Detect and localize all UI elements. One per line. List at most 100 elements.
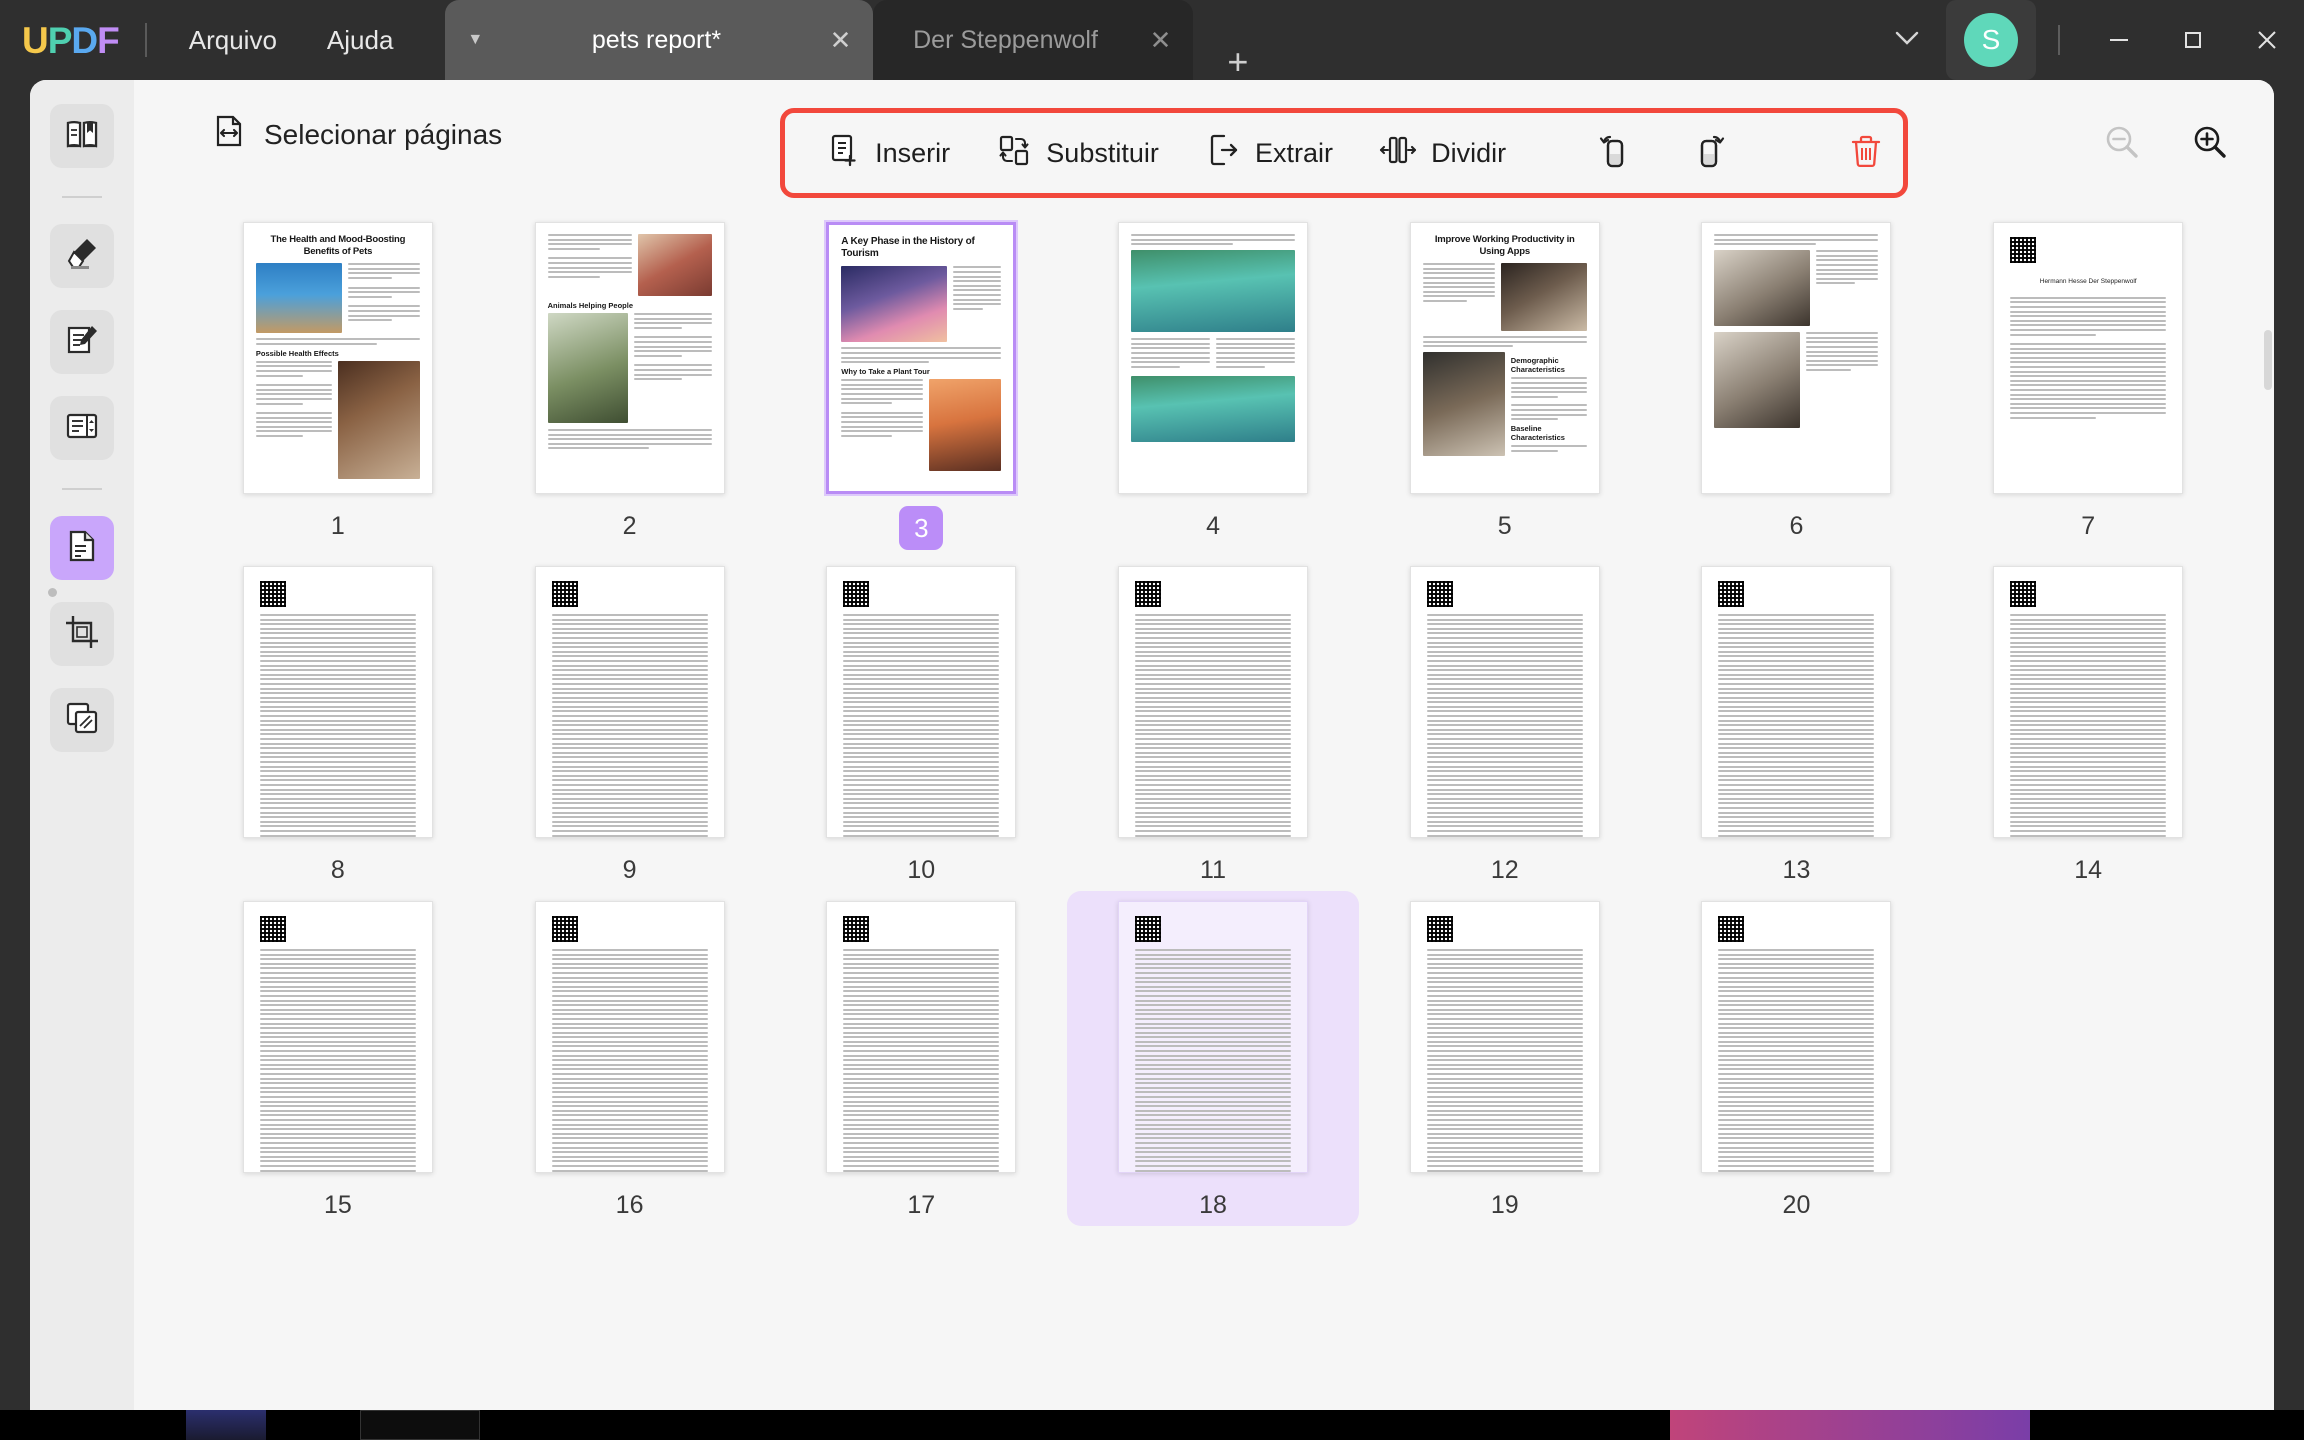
menu-arquivo[interactable]: Arquivo [173,19,293,62]
thumb-subhead: Animals Helping People [548,301,712,310]
page-thumbnail-cell[interactable]: 17 [775,891,1067,1226]
page-thumbnail-cell[interactable]: 14 [1942,556,2234,891]
page-thumbnail[interactable]: Hermann Hesse Der Steppenwolf [1993,222,2183,494]
taskbar-window-preview[interactable] [360,1410,480,1440]
vertical-scrollbar[interactable] [2264,330,2272,390]
page-thumbnail[interactable] [1118,901,1308,1173]
sidebar-item-form[interactable] [50,396,114,460]
split-label: Dividir [1431,138,1506,169]
insert-page-icon [825,132,861,175]
page-thumbnail[interactable] [1118,566,1308,838]
sidebar-item-crop[interactable] [50,602,114,666]
delete-pages-button[interactable] [1829,114,1903,192]
page-thumbnail-cell[interactable]: 13 [1651,556,1943,891]
thumb-title: Improve Working Productivity in Using Ap… [1423,234,1587,257]
taskbar-window-preview[interactable] [1670,1410,2030,1440]
updf-logo: U P D F [22,22,119,59]
page-thumbnail[interactable] [1993,566,2183,838]
extract-button[interactable]: Extrair [1199,113,1339,193]
minimize-button[interactable] [2082,0,2156,80]
page-thumbnail-cell[interactable]: 15 [192,891,484,1226]
page-thumbnail-cell[interactable]: A Key Phase in the History of Tourism [775,208,1067,556]
page-thumbnail-cell[interactable]: Improve Working Productivity in Using Ap… [1359,208,1651,556]
sidebar-item-batch[interactable] [50,688,114,752]
thumb-title: The Health and Mood-Boosting Benefits of… [256,234,420,257]
sidebar-item-edit[interactable] [50,310,114,374]
split-page-icon [1379,132,1417,175]
os-taskbar [0,1410,2304,1440]
close-button[interactable] [2230,0,2304,80]
page-number-badge: 3 [899,506,943,550]
taskbar-window-preview[interactable] [186,1410,266,1440]
page-thumbnail-cell-highlighted[interactable]: 18 [1067,891,1359,1226]
page-thumbnail-cell[interactable]: 10 [775,556,1067,891]
page-thumbnail[interactable] [1701,222,1891,494]
select-pages-label: Selecionar páginas [264,119,502,151]
zoom-out-button[interactable] [2102,122,2142,167]
page-thumbnail-cell[interactable]: The Health and Mood-Boosting Benefits of… [192,208,484,556]
page-thumbnail-cell[interactable]: Hermann Hesse Der Steppenwolf 7 [1942,208,2234,556]
maximize-button[interactable] [2156,0,2230,80]
page-thumbnail[interactable] [826,566,1016,838]
menu-ajuda[interactable]: Ajuda [311,19,410,62]
page-thumbnail-cell[interactable]: 16 [484,891,776,1226]
window-controls: S [1868,0,2304,80]
page-thumbnail[interactable]: Improve Working Productivity in Using Ap… [1410,222,1600,494]
page-thumbnail[interactable] [243,566,433,838]
page-thumbnail[interactable] [535,901,725,1173]
page-thumbnail-cell[interactable]: 20 [1651,891,1943,1226]
page-thumbnail[interactable] [1410,566,1600,838]
chevron-down-icon[interactable]: ▼ [467,31,483,49]
page-thumbnail-cell[interactable]: Animals Helping People [484,208,776,556]
page-thumbnail[interactable] [1410,901,1600,1173]
rotate-left-icon [1592,132,1632,175]
page-thumbnail[interactable] [826,901,1016,1173]
page-thumbnail-cell[interactable]: 6 [1651,208,1943,556]
thumb-title: Hermann Hesse Der Steppenwolf [2010,277,2166,287]
page-thumbnail-grid: The Health and Mood-Boosting Benefits of… [134,198,2274,1410]
account-button[interactable]: S [1946,0,2036,80]
select-pages-button[interactable]: Selecionar páginas [212,114,502,155]
close-icon[interactable]: ✕ [1150,25,1172,56]
page-thumbnail-selected[interactable]: A Key Phase in the History of Tourism [826,222,1016,494]
title-bar: U P D F Arquivo Ajuda ▼ pets report* ✕ D… [0,0,2304,80]
page-thumbnail[interactable]: The Health and Mood-Boosting Benefits of… [243,222,433,494]
rail-scroll-indicator [48,588,57,597]
extract-page-icon [1205,132,1241,175]
replace-button[interactable]: Substituir [990,113,1165,193]
page-number-label: 13 [1783,856,1811,885]
sidebar-item-organize-pages[interactable] [50,516,114,580]
page-thumbnail[interactable] [1701,901,1891,1173]
tabs-overflow-chevron-down-icon[interactable] [1868,29,1946,52]
insert-button[interactable]: Inserir [819,113,956,193]
tab-pets-report[interactable]: ▼ pets report* ✕ [445,0,873,80]
page-thumbnail-cell[interactable]: 19 [1359,891,1651,1226]
zoom-in-button[interactable] [2190,122,2230,167]
new-tab-button[interactable]: + [1227,44,1248,80]
page-thumbnail-cell[interactable]: 12 [1359,556,1651,891]
zoom-controls [2102,122,2230,167]
split-button[interactable]: Dividir [1373,113,1512,193]
rotate-right-button[interactable] [1675,114,1749,192]
page-thumbnail-cell[interactable]: 11 [1067,556,1359,891]
page-thumbnail-cell[interactable]: 4 [1067,208,1359,556]
page-thumbnail[interactable]: Animals Helping People [535,222,725,494]
rail-divider [62,488,102,490]
sidebar-item-annotate[interactable] [50,224,114,288]
page-thumbnail[interactable] [1118,222,1308,494]
sidebar-item-reader[interactable] [50,104,114,168]
thumb-subhead: Why to Take a Plant Tour [841,367,1001,376]
page-number-label: 4 [1206,512,1220,541]
page-thumbnail[interactable] [535,566,725,838]
page-thumbnail[interactable] [1701,566,1891,838]
close-icon[interactable]: ✕ [830,25,852,56]
page-thumbnail-cell[interactable]: 9 [484,556,776,891]
select-pages-icon [212,114,246,155]
extract-label: Extrair [1255,138,1333,169]
thumb-subhead: Possible Health Effects [256,349,420,358]
rotate-left-button[interactable] [1575,114,1649,192]
tab-der-steppenwolf[interactable]: Der Steppenwolf ✕ [873,0,1193,80]
page-thumbnail[interactable] [243,901,433,1173]
page-thumbnail-cell[interactable]: 8 [192,556,484,891]
page-number-label: 7 [2081,512,2095,541]
